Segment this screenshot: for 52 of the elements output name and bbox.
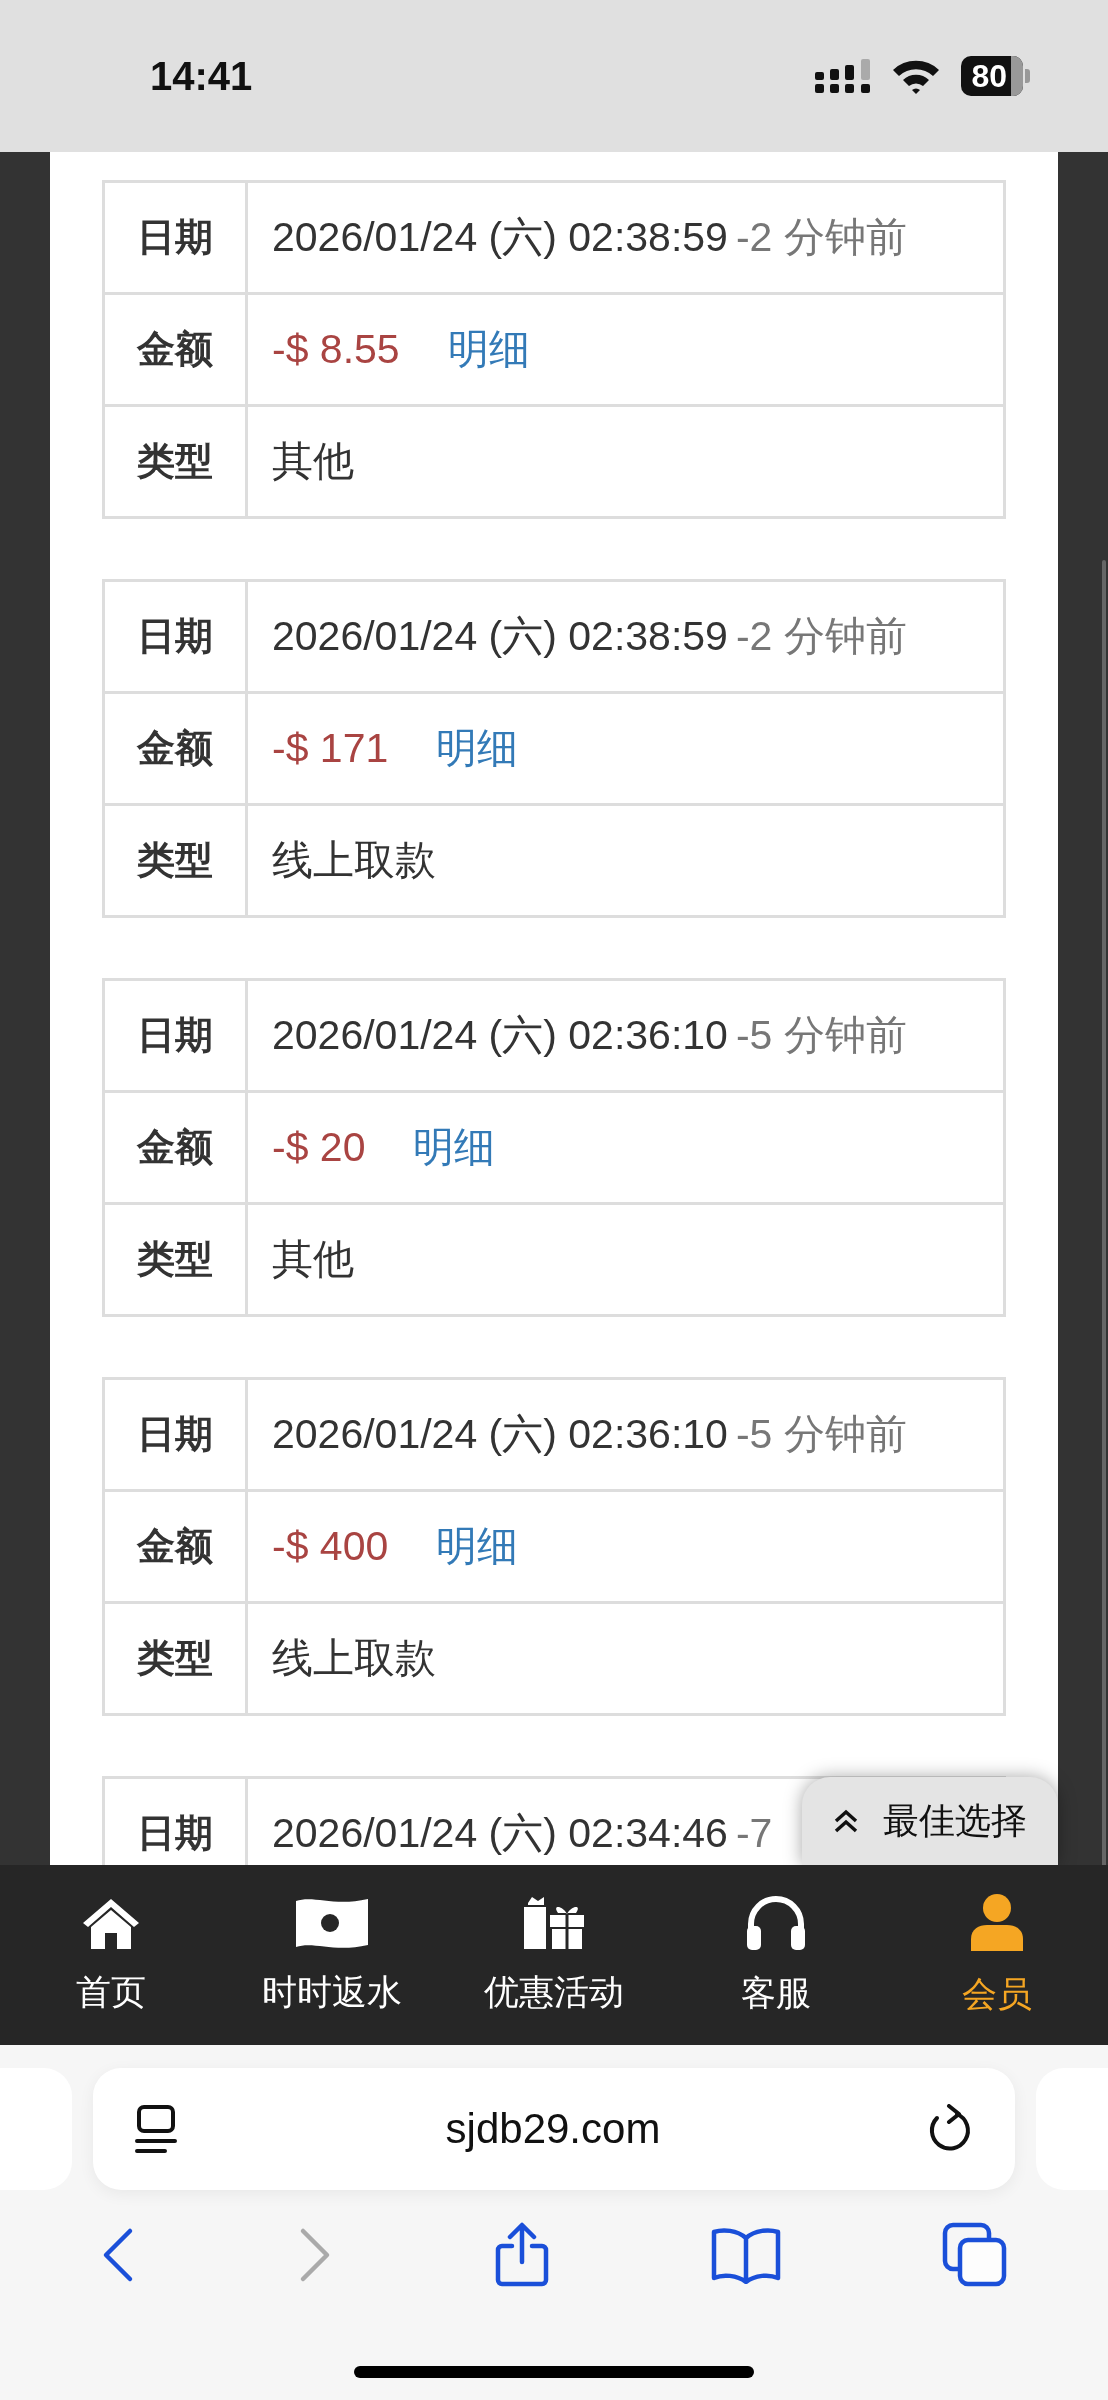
tabs-icon[interactable] — [941, 2222, 1008, 2288]
amount-text: -$ 171 — [272, 725, 389, 772]
status-time: 14:41 — [150, 53, 253, 99]
field-label: 类型 — [105, 1205, 248, 1314]
date-text: 2026/01/24 (六) 02:36:10 — [272, 1011, 728, 1060]
person-icon — [969, 1892, 1026, 1953]
amount-text: -$ 400 — [272, 1523, 389, 1570]
nav-tab[interactable]: 时时返水 — [221, 1865, 444, 2045]
time-ago-text: -2 分钟前 — [735, 213, 907, 262]
nav-tab[interactable]: 首页 — [0, 1865, 222, 2045]
field-label: 金额 — [105, 295, 248, 404]
time-ago-text: -7 — [735, 1810, 773, 1857]
time-ago-text: -5 分钟前 — [735, 1011, 907, 1060]
type-text: 其他 — [272, 1235, 354, 1284]
date-text: 2026/01/24 (六) 02:38:59 — [272, 213, 728, 262]
reload-icon[interactable] — [927, 2104, 973, 2154]
headphones-icon — [744, 1893, 807, 1952]
details-link[interactable]: 明细 — [447, 322, 530, 377]
time-ago-text: -2 分钟前 — [735, 612, 907, 661]
field-label: 日期 — [105, 582, 248, 691]
date-text: 2026/01/24 (六) 02:34:46 — [272, 1809, 728, 1858]
date-text: 2026/01/24 (六) 02:36:10 — [272, 1410, 728, 1459]
field-label: 日期 — [105, 183, 248, 292]
type-text: 线上取款 — [272, 1634, 436, 1683]
nav-tab[interactable]: 会员 — [886, 1865, 1108, 2045]
gift-icon — [522, 1894, 586, 1951]
field-label: 类型 — [105, 407, 248, 516]
share-icon[interactable] — [494, 2222, 550, 2288]
date-text: 2026/01/24 (六) 02:38:59 — [272, 612, 728, 661]
double-chevron-up-icon — [833, 1809, 859, 1833]
nav-tab[interactable]: 优惠活动 — [443, 1865, 665, 2045]
nav-tab[interactable]: 客服 — [664, 1865, 887, 2045]
field-label: 日期 — [105, 981, 248, 1090]
field-label: 日期 — [105, 1380, 248, 1489]
field-label: 类型 — [105, 1604, 248, 1713]
address-bar[interactable]: sjdb29.com — [93, 2068, 1015, 2190]
details-link[interactable]: 明细 — [436, 721, 519, 776]
signal-icon — [815, 59, 872, 93]
field-label: 金额 — [105, 1093, 248, 1202]
field-label: 金额 — [105, 694, 248, 803]
type-text: 其他 — [272, 437, 354, 486]
bookmarks-icon[interactable] — [710, 2226, 781, 2284]
amount-text: -$ 20 — [272, 1124, 366, 1171]
type-text: 线上取款 — [272, 836, 436, 885]
details-link[interactable]: 明细 — [413, 1120, 496, 1175]
time-ago-text: -5 分钟前 — [735, 1410, 907, 1459]
field-label: 类型 — [105, 806, 248, 915]
best-choice-button[interactable]: 最佳选择 — [802, 1777, 1058, 1865]
amount-text: -$ 8.55 — [272, 326, 400, 373]
page-menu-icon[interactable] — [135, 2104, 179, 2154]
details-link[interactable]: 明细 — [436, 1519, 519, 1574]
field-label: 金额 — [105, 1492, 248, 1601]
